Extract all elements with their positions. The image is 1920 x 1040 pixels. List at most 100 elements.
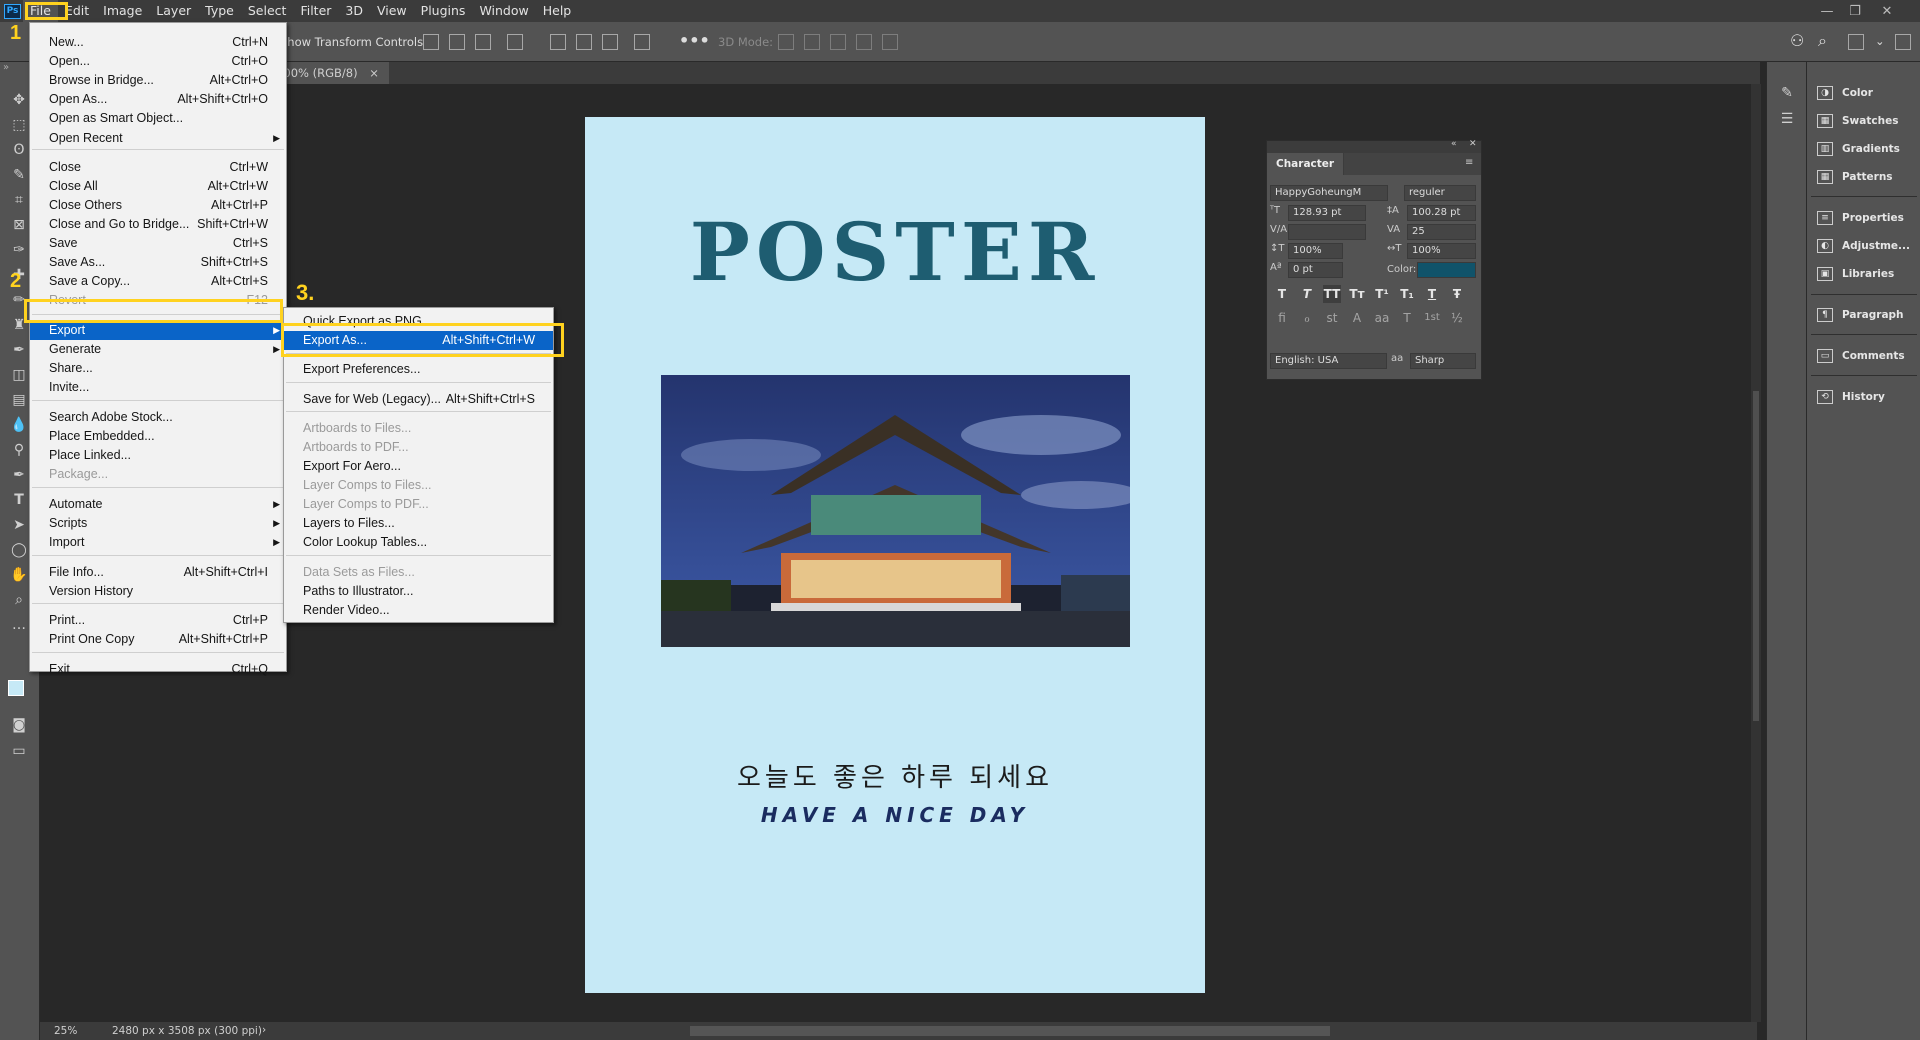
horizontal-scale-field[interactable]: 100% (1407, 243, 1476, 259)
frame-tool-icon[interactable]: ⊠ (8, 214, 30, 236)
export-menu-paths-to-illustrator[interactable]: Paths to Illustrator... (284, 582, 553, 601)
pen-tool-icon[interactable]: ✒ (8, 464, 30, 486)
file-menu-search-adobe-stock[interactable]: Search Adobe Stock... (30, 408, 286, 427)
ligatures-button[interactable]: fi (1273, 309, 1291, 327)
restore-icon[interactable]: ❐ (1842, 0, 1868, 22)
path-select-tool-icon[interactable]: ➤ (8, 514, 30, 536)
file-menu-version-history[interactable]: Version History (30, 582, 286, 601)
panel-swatches[interactable]: ▦ Swatches (1807, 108, 1920, 134)
distribute-vertical-icon[interactable] (634, 34, 650, 50)
menu-layer[interactable]: Layer (149, 0, 198, 22)
baseline-shift-field[interactable]: 0 pt (1288, 262, 1343, 278)
tab-close-icon[interactable]: × (369, 66, 379, 80)
panel-menu-icon[interactable]: ≡ (1465, 157, 1473, 168)
minimize-icon[interactable]: — (1814, 0, 1840, 22)
vertical-scrollbar[interactable] (1751, 84, 1761, 1022)
share-icon[interactable] (1895, 34, 1911, 50)
file-menu-browse-in-bridge[interactable]: Browse in Bridge... Alt+Ctrl+O (30, 71, 286, 90)
gradient-tool-icon[interactable]: ▤ (8, 389, 30, 411)
ellipse-tool-icon[interactable]: ◯ (8, 539, 30, 561)
panel-history[interactable]: ⟲ History (1807, 384, 1920, 410)
scroll-thumb[interactable] (1753, 391, 1759, 721)
file-menu-open[interactable]: Open... Ctrl+O (30, 52, 286, 71)
screen-mode-icon[interactable]: ▭ (8, 740, 30, 762)
chevron-right-icon[interactable]: › (262, 1024, 266, 1036)
export-menu-export-for-aero[interactable]: Export For Aero... (284, 457, 553, 476)
panel-patterns[interactable]: ▦ Patterns (1807, 164, 1920, 190)
lasso-tool-icon[interactable]: ʘ (8, 139, 30, 161)
export-menu-export-preferences[interactable]: Export Preferences... (284, 360, 553, 379)
language-select[interactable]: English: USA (1270, 353, 1387, 369)
workspace-icon[interactable] (1848, 34, 1864, 50)
stylistic-alternates-button[interactable]: aa (1373, 309, 1391, 327)
small-caps-button[interactable]: Tт (1348, 285, 1366, 303)
file-menu-import[interactable]: Import ▶ (30, 533, 286, 552)
foreground-color-swatch[interactable] (8, 680, 24, 696)
font-size-field[interactable]: 128.93 pt (1288, 205, 1366, 221)
menu-view[interactable]: View (370, 0, 414, 22)
hand-tool-icon[interactable]: ✋ (8, 564, 30, 586)
file-menu-print-one-copy[interactable]: Print One Copy Alt+Shift+Ctrl+P (30, 630, 286, 649)
panel-adjustments[interactable]: ◐ Adjustme... (1807, 233, 1920, 259)
ordinals-button[interactable]: 1st (1423, 309, 1441, 327)
font-style-select[interactable]: reguler (1404, 185, 1476, 201)
zoom-tool-icon[interactable]: ⌕ (8, 589, 30, 611)
share-user-icon[interactable]: ⚇ (1790, 31, 1804, 50)
dodge-tool-icon[interactable]: ⚲ (8, 439, 30, 461)
search-icon[interactable]: ⌕ (1818, 31, 1827, 51)
text-color-swatch[interactable] (1417, 262, 1476, 278)
menu-image[interactable]: Image (96, 0, 149, 22)
align-center-icon[interactable] (449, 34, 465, 50)
file-menu-place-embedded[interactable]: Place Embedded... (30, 427, 286, 446)
kerning-field[interactable] (1288, 224, 1366, 240)
show-transform-controls[interactable]: Show Transform Controls (280, 35, 423, 49)
file-menu-open-recent[interactable]: Open Recent ▶ (30, 129, 286, 148)
leading-field[interactable]: 100.28 pt (1407, 205, 1476, 221)
close-panel-icon[interactable]: ✕ (1469, 139, 1477, 149)
panel-libraries[interactable]: ▣ Libraries (1807, 261, 1920, 287)
file-menu-generate[interactable]: Generate ▶ (30, 340, 286, 359)
collapse-panel-icon[interactable]: « (1451, 139, 1457, 149)
discretionary-ligatures-button[interactable]: st (1323, 309, 1341, 327)
old-style-button[interactable]: ℴ (1298, 309, 1316, 327)
marquee-tool-icon[interactable]: ⬚ (8, 114, 30, 136)
menu-type[interactable]: Type (198, 0, 241, 22)
panel-color[interactable]: ◑ Color (1807, 80, 1920, 106)
export-menu-render-video[interactable]: Render Video... (284, 601, 553, 620)
file-menu-open-as-smart-object[interactable]: Open as Smart Object... (30, 109, 286, 128)
more-tools-icon[interactable]: … (8, 614, 30, 636)
panel-header[interactable]: « ✕ (1267, 139, 1481, 153)
strikethrough-button[interactable]: Ŧ (1448, 285, 1466, 303)
file-menu-print[interactable]: Print... Ctrl+P (30, 611, 286, 630)
blur-tool-icon[interactable]: 💧 (8, 414, 30, 436)
file-menu-save[interactable]: Save Ctrl+S (30, 234, 286, 253)
tab-character[interactable]: Character (1267, 153, 1345, 175)
brush-settings-icon[interactable]: ✎ (1776, 82, 1798, 104)
move-tool-icon[interactable]: ✥ (8, 89, 30, 111)
antialias-select[interactable]: Sharp (1410, 353, 1476, 369)
align-right-icon[interactable] (475, 34, 491, 50)
chevron-down-icon[interactable]: ⌄ (1875, 34, 1885, 48)
history-brush-tool-icon[interactable]: ✒ (8, 339, 30, 361)
export-menu-layers-to-files[interactable]: Layers to Files... (284, 514, 553, 533)
vertical-scale-field[interactable]: 100% (1288, 243, 1343, 259)
align-bottom-icon[interactable] (602, 34, 618, 50)
menu-help[interactable]: Help (536, 0, 579, 22)
file-menu-place-linked[interactable]: Place Linked... (30, 446, 286, 465)
file-menu-open-as[interactable]: Open As... Alt+Shift+Ctrl+O (30, 90, 286, 109)
file-menu-exit[interactable]: Exit Ctrl+Q (30, 660, 286, 679)
subscript-button[interactable]: T₁ (1398, 285, 1416, 303)
file-menu-automate[interactable]: Automate ▶ (30, 495, 286, 514)
export-menu-color-lookup-tables[interactable]: Color Lookup Tables... (284, 533, 553, 552)
file-menu-share[interactable]: Share... (30, 359, 286, 378)
file-menu-new[interactable]: New... Ctrl+N (30, 33, 286, 52)
all-caps-button[interactable]: TT (1323, 285, 1341, 303)
panel-gradients[interactable]: ▥ Gradients (1807, 136, 1920, 162)
align-top-icon[interactable] (550, 34, 566, 50)
panel-comments[interactable]: ▭ Comments (1807, 343, 1920, 369)
file-menu-close-all[interactable]: Close All Alt+Ctrl+W (30, 177, 286, 196)
font-family-select[interactable]: HappyGoheungM (1270, 185, 1388, 201)
menu-window[interactable]: Window (472, 0, 535, 22)
zoom-level[interactable]: 25% (54, 1025, 77, 1037)
file-menu-close-others[interactable]: Close Others Alt+Ctrl+P (30, 196, 286, 215)
